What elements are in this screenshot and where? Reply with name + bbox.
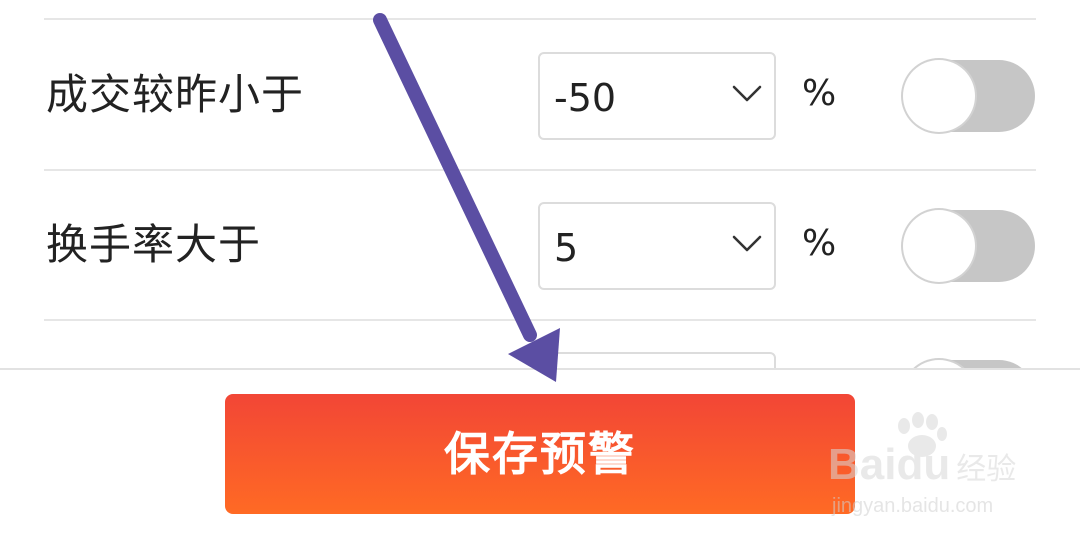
alert-settings-screen: 成交较昨小于 -50 % 换手率大于 5 % 保存预警 Baidu 经验 jin… (0, 0, 1080, 534)
alert-conditions-list: 成交较昨小于 -50 % 换手率大于 5 % (0, 0, 1080, 368)
watermark-brand: Baidu 经验 (828, 440, 1017, 489)
condition-row-volume: 成交较昨小于 -50 % (0, 20, 1080, 170)
enable-toggle[interactable] (903, 360, 1035, 368)
unit-label: % (802, 223, 837, 264)
threshold-value: -50 (554, 76, 617, 120)
unit-label: % (802, 73, 837, 114)
threshold-select[interactable]: -50 (538, 52, 776, 140)
baidu-jingyan-watermark: Baidu 经验 jingyan.baidu.com (828, 412, 1068, 522)
threshold-select[interactable]: 5 (538, 202, 776, 290)
condition-row-partial: 万 (0, 320, 1080, 368)
toggle-knob (903, 60, 975, 132)
condition-label: 成交较昨小于 (46, 70, 305, 119)
enable-toggle[interactable] (903, 210, 1035, 282)
chevron-down-icon (732, 85, 762, 102)
condition-label: 换手率大于 (46, 220, 262, 269)
enable-toggle[interactable] (903, 60, 1035, 132)
chevron-down-icon (732, 235, 762, 252)
watermark-url: jingyan.baidu.com (832, 495, 994, 517)
threshold-value: 5 (554, 226, 579, 270)
toggle-knob (903, 360, 975, 368)
condition-row-turnover: 换手率大于 5 % (0, 170, 1080, 320)
save-alert-button[interactable]: 保存预警 (225, 394, 855, 514)
threshold-select[interactable] (538, 352, 776, 368)
toggle-knob (903, 210, 975, 282)
